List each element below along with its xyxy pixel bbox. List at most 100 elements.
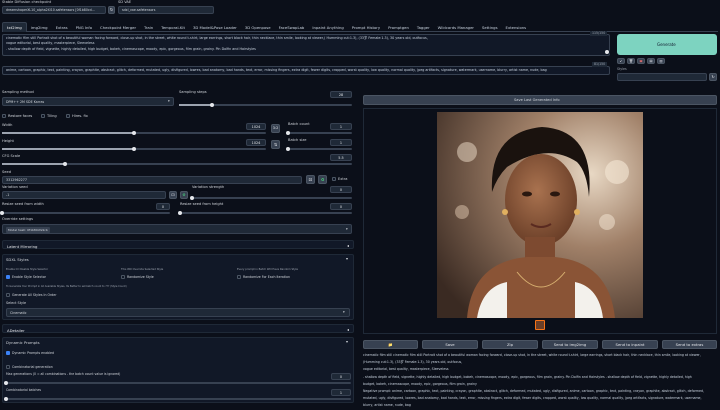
tab-wildcards-manager[interactable]: Wildcards Manager bbox=[434, 23, 478, 33]
batch-count-input[interactable]: 1 bbox=[330, 123, 352, 130]
combinatorial-batches-slider[interactable] bbox=[3, 396, 351, 401]
tab-extensions[interactable]: Extensions bbox=[502, 23, 531, 33]
generate-all-styles-checkbox[interactable] bbox=[6, 293, 10, 297]
randomize-each-checkbox[interactable] bbox=[237, 275, 241, 279]
tab-3d-model-pose-loader[interactable]: 3D Model&Pose Loader bbox=[189, 23, 241, 33]
gallery-thumbnail[interactable] bbox=[535, 320, 545, 330]
batch-count-slider[interactable] bbox=[285, 130, 352, 135]
override-settings-label: Override settings bbox=[2, 217, 34, 221]
sdxl-styles-title[interactable]: SDXL Styles bbox=[6, 258, 29, 262]
tab-inpaint-anything[interactable]: Inpaint Anything bbox=[308, 23, 347, 33]
tab-txt2img[interactable]: txt2img bbox=[2, 22, 27, 32]
latent-mirroring-accordion[interactable]: Latent Mirroring ◂ bbox=[2, 240, 354, 249]
checkpoint-select[interactable]: dreamshaperXL10_alpha2Xl10.safetensors [… bbox=[2, 6, 106, 14]
open-folder-button[interactable]: 📁 bbox=[363, 340, 418, 349]
resize-height-label: Resize seed from height bbox=[180, 202, 224, 206]
override-settings-select[interactable]: Model hash: 0f1b80cfe9cb ▾ bbox=[2, 224, 352, 234]
zip-button[interactable]: Zip bbox=[482, 340, 538, 349]
chevron-down-icon: ▾ bbox=[168, 99, 170, 103]
cfg-scale-input[interactable]: 5.5 bbox=[330, 154, 352, 161]
swap-dimensions-button[interactable]: 3:2 bbox=[271, 124, 280, 133]
tab-promptgen[interactable]: Promptgen bbox=[384, 23, 413, 33]
caret-down-icon[interactable]: ▾ bbox=[346, 257, 348, 261]
variation-strength-slider[interactable] bbox=[189, 195, 352, 200]
save-style-icon[interactable]: ▥ bbox=[657, 58, 665, 64]
variation-recycle-icon[interactable]: ♻ bbox=[180, 191, 188, 199]
max-generations-input[interactable]: 0 bbox=[331, 373, 351, 380]
sampling-steps-input[interactable]: 28 bbox=[330, 91, 352, 98]
trash-icon[interactable]: 🗑 bbox=[627, 58, 635, 64]
variation-dice-icon[interactable]: ⚀ bbox=[169, 191, 177, 199]
combinatorial-checkbox[interactable] bbox=[6, 365, 10, 369]
batch-count-label: Batch count bbox=[288, 122, 310, 126]
dice-icon[interactable]: ⚀ bbox=[306, 175, 315, 184]
swap-icon[interactable]: ⇅ bbox=[271, 140, 280, 149]
sampling-method-select[interactable]: DPM++ 2M SDE Karras ▾ bbox=[2, 97, 174, 106]
height-slider[interactable] bbox=[2, 146, 266, 151]
styles-refresh-icon[interactable]: ↻ bbox=[709, 73, 717, 81]
send-to-img2img-button[interactable]: Send to img2img bbox=[542, 340, 598, 349]
resize-width-slider[interactable] bbox=[0, 210, 170, 215]
interrupt-indicator[interactable] bbox=[604, 49, 610, 55]
recycle-icon[interactable]: ♻ bbox=[318, 175, 327, 184]
tab-checkpoint-merger[interactable]: Checkpoint Merger bbox=[96, 23, 140, 33]
tab-img2img[interactable]: img2img bbox=[27, 23, 52, 33]
vae-select[interactable]: sdxl_vae.safetensors bbox=[118, 6, 214, 14]
width-input[interactable]: 1024 bbox=[246, 123, 266, 130]
tab-train[interactable]: Train bbox=[140, 23, 157, 33]
randomize-style-checkbox[interactable] bbox=[121, 275, 125, 279]
tab-settings[interactable]: Settings bbox=[478, 23, 502, 33]
variation-seed-input[interactable]: -1 bbox=[2, 191, 166, 199]
extra-checkbox[interactable] bbox=[332, 177, 336, 181]
seed-input[interactable]: 3312962277 bbox=[2, 176, 302, 184]
tab-extras[interactable]: Extras bbox=[52, 23, 72, 33]
save-last-info-button[interactable]: Save Last Generated Info bbox=[363, 95, 717, 105]
resize-height-slider[interactable] bbox=[177, 210, 352, 215]
batch-size-input[interactable]: 1 bbox=[330, 139, 352, 146]
generated-portrait-image[interactable] bbox=[437, 112, 643, 318]
select-style-dropdown[interactable]: Cinematic ▾ bbox=[6, 308, 350, 317]
send-to-inpaint-button[interactable]: Send to inpaint bbox=[602, 340, 658, 349]
tab-temporal-kit[interactable]: Temporal-Kit bbox=[157, 23, 189, 33]
save-button[interactable]: Save bbox=[422, 340, 478, 349]
select-style-label: Select Style bbox=[6, 301, 27, 305]
height-input[interactable]: 1024 bbox=[246, 139, 266, 146]
dynamic-caret-icon[interactable]: ▾ bbox=[346, 340, 348, 344]
generate-button[interactable]: Generate bbox=[617, 34, 717, 55]
override-tag[interactable]: Model hash: 0f1b80cfe9cb bbox=[6, 226, 50, 233]
tiling-checkbox[interactable] bbox=[41, 114, 45, 118]
clipboard-icon[interactable]: ▤ bbox=[647, 58, 655, 64]
negative-prompt-input[interactable]: anime, cartoon, graphic, text, painting,… bbox=[2, 66, 610, 75]
variation-strength-input[interactable]: 0 bbox=[330, 186, 352, 193]
send-to-extras-button[interactable]: Send to extras bbox=[662, 340, 717, 349]
sampling-steps-slider[interactable] bbox=[179, 102, 352, 107]
styles-select[interactable] bbox=[617, 73, 707, 81]
dynamic-prompts-title[interactable]: Dynamic Prompts bbox=[6, 341, 40, 345]
tab-tagger[interactable]: Tagger bbox=[413, 23, 434, 33]
combinatorial-batches-input[interactable]: 1 bbox=[331, 389, 351, 396]
tab-prompt-history[interactable]: Prompt History bbox=[348, 23, 384, 33]
resize-height-input[interactable]: 0 bbox=[330, 203, 352, 210]
restore-faces-checkbox[interactable] bbox=[2, 114, 6, 118]
combinatorial-label: Combinatorial generation bbox=[12, 364, 53, 369]
width-slider[interactable] bbox=[2, 130, 266, 135]
max-generations-slider[interactable] bbox=[3, 380, 351, 385]
tab-3d-openpose[interactable]: 3D Openpose bbox=[241, 23, 275, 33]
enable-style-selector-checkbox[interactable] bbox=[6, 275, 10, 279]
hires-fix-checkbox[interactable] bbox=[66, 114, 70, 118]
enable-style-selector-label: Enable Style Selector bbox=[12, 274, 46, 279]
tab-png-info[interactable]: PNG Info bbox=[72, 23, 96, 33]
resize-width-input[interactable]: 0 bbox=[156, 203, 170, 210]
prompt-input[interactable]: cinematic film still Portrait shot of a … bbox=[2, 34, 610, 56]
batch-size-slider[interactable] bbox=[285, 146, 352, 151]
cfg-scale-slider[interactable] bbox=[2, 161, 352, 166]
paste-icon[interactable]: ↙ bbox=[617, 58, 625, 64]
dynamic-enabled-checkbox[interactable] bbox=[6, 351, 10, 355]
styles-label: Styles bbox=[617, 67, 627, 71]
style-apply-icon[interactable]: ▣ bbox=[637, 58, 645, 64]
hires-fix-label: Hires. fix bbox=[72, 113, 88, 118]
refresh-checkpoint-button[interactable]: ↻ bbox=[108, 6, 115, 14]
adetailer-accordion[interactable]: ADetailer ◂ bbox=[2, 324, 354, 333]
tab-faceswaplab[interactable]: FaceSwapLab bbox=[275, 23, 309, 33]
dynamic-enabled-label: Dynamic Prompts enabled bbox=[12, 350, 55, 355]
